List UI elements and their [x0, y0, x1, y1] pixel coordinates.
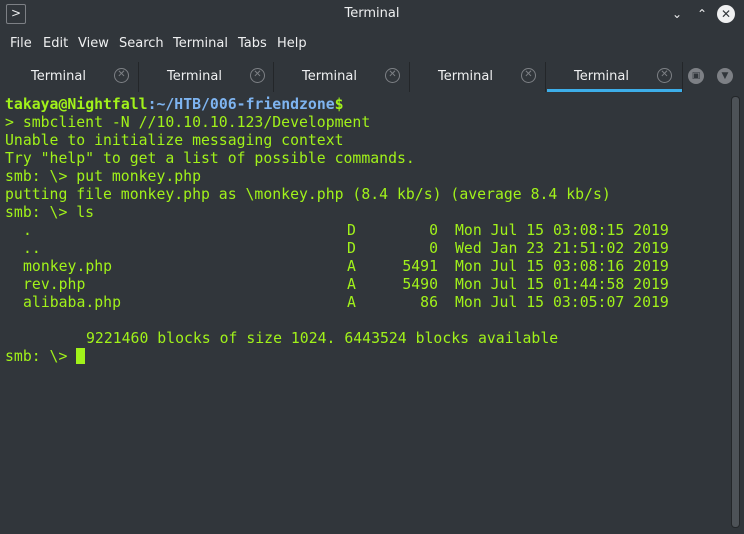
menu-file[interactable]: File [10, 36, 32, 51]
window-title: Terminal [344, 6, 400, 21]
output-line: smb: \> put monkey.php [5, 168, 201, 185]
tab-terminal-1[interactable]: Terminal ✕ [4, 60, 139, 92]
output-line: Unable to initialize messaging context [5, 132, 344, 149]
tab-terminal-3[interactable]: Terminal ✕ [275, 60, 410, 92]
prompt-user: takaya [5, 96, 59, 113]
menu-tabs[interactable]: Tabs [238, 36, 267, 51]
menu-edit[interactable]: Edit [43, 36, 68, 51]
menu-search[interactable]: Search [119, 36, 164, 51]
menu-help[interactable]: Help [277, 36, 307, 51]
title-bar: > Terminal ⌄ ⌃ ✕ [0, 0, 744, 30]
file-name: rev.php [23, 276, 86, 293]
tab-menu-chevron-down-icon[interactable]: ▼ [717, 68, 733, 84]
file-attr: D [347, 240, 356, 257]
file-date: Wed Jan 23 21:51:02 2019 [455, 240, 669, 257]
tab-label: Terminal [438, 69, 493, 84]
tab-divider [409, 62, 410, 92]
tab-close-icon[interactable]: ✕ [657, 68, 672, 83]
tab-divider [138, 62, 139, 92]
output-line: putting file monkey.php as \monkey.php (… [5, 186, 611, 203]
menu-terminal[interactable]: Terminal [173, 36, 228, 51]
scrollbar-thumb[interactable] [732, 97, 739, 527]
tab-label: Terminal [31, 69, 86, 84]
file-date: Mon Jul 15 03:08:15 2019 [455, 222, 669, 239]
tab-close-icon[interactable]: ✕ [114, 68, 129, 83]
tab-label: Terminal [167, 69, 222, 84]
file-name: .. [23, 240, 41, 257]
minimize-button[interactable]: ⌄ [668, 5, 686, 23]
tab-divider [545, 62, 546, 92]
text-cursor [76, 348, 86, 364]
terminal-output[interactable]: takaya@Nightfall:~/HTB/006-friendzone$ >… [0, 94, 730, 534]
output-line: smb: \> ls [5, 204, 95, 221]
output-line: Try "help" to get a list of possible com… [5, 150, 415, 167]
tab-bar: Terminal ✕ Terminal ✕ Terminal ✕ Termina… [0, 60, 744, 94]
terminal-scrollbar[interactable] [731, 96, 740, 528]
menu-bar: File Edit View Search Terminal Tabs Help [0, 32, 744, 56]
file-attr: D [347, 222, 356, 239]
file-attr: A [347, 258, 356, 275]
tab-divider [682, 62, 683, 92]
file-size: 0 [429, 240, 438, 257]
file-date: Mon Jul 15 01:44:58 2019 [455, 276, 669, 293]
prompt-dollar: $ [334, 96, 344, 113]
tab-close-icon[interactable]: ✕ [385, 68, 400, 83]
tab-terminal-5-active[interactable]: Terminal ✕ [547, 60, 682, 92]
tab-label: Terminal [574, 69, 629, 84]
tab-close-icon[interactable]: ✕ [521, 68, 536, 83]
tab-divider [273, 62, 274, 92]
file-name: monkey.php [23, 258, 113, 275]
shell-prompt: takaya@Nightfall:~/HTB/006-friendzone$ [5, 96, 344, 114]
file-size: 0 [429, 222, 438, 239]
output-line: > smbclient -N //10.10.10.123/Developmen… [5, 114, 371, 131]
tab-terminal-4[interactable]: Terminal ✕ [411, 60, 546, 92]
file-size: 5491 [402, 258, 438, 275]
close-window-button[interactable]: ✕ [717, 5, 735, 23]
file-name: . [23, 222, 32, 239]
file-size: 86 [420, 294, 438, 311]
tab-terminal-2[interactable]: Terminal ✕ [140, 60, 275, 92]
file-size: 5490 [402, 276, 438, 293]
maximize-button[interactable]: ⌃ [693, 5, 711, 23]
smb-prompt: smb: \> [5, 348, 77, 365]
file-attr: A [347, 276, 356, 293]
blocks-summary: 9221460 blocks of size 1024. 6443524 blo… [86, 330, 559, 347]
new-tab-icon[interactable]: ▣ [688, 68, 704, 84]
tab-label: Terminal [302, 69, 357, 84]
prompt-path: ~/HTB/006-friendzone [156, 96, 335, 113]
prompt-host: Nightfall [67, 96, 148, 113]
file-date: Mon Jul 15 03:05:07 2019 [455, 294, 669, 311]
file-attr: A [347, 294, 356, 311]
tab-close-icon[interactable]: ✕ [250, 68, 265, 83]
menu-view[interactable]: View [78, 36, 109, 51]
file-date: Mon Jul 15 03:08:16 2019 [455, 258, 669, 275]
file-name: alibaba.php [23, 294, 121, 311]
active-prompt[interactable]: smb: \> [5, 348, 86, 366]
